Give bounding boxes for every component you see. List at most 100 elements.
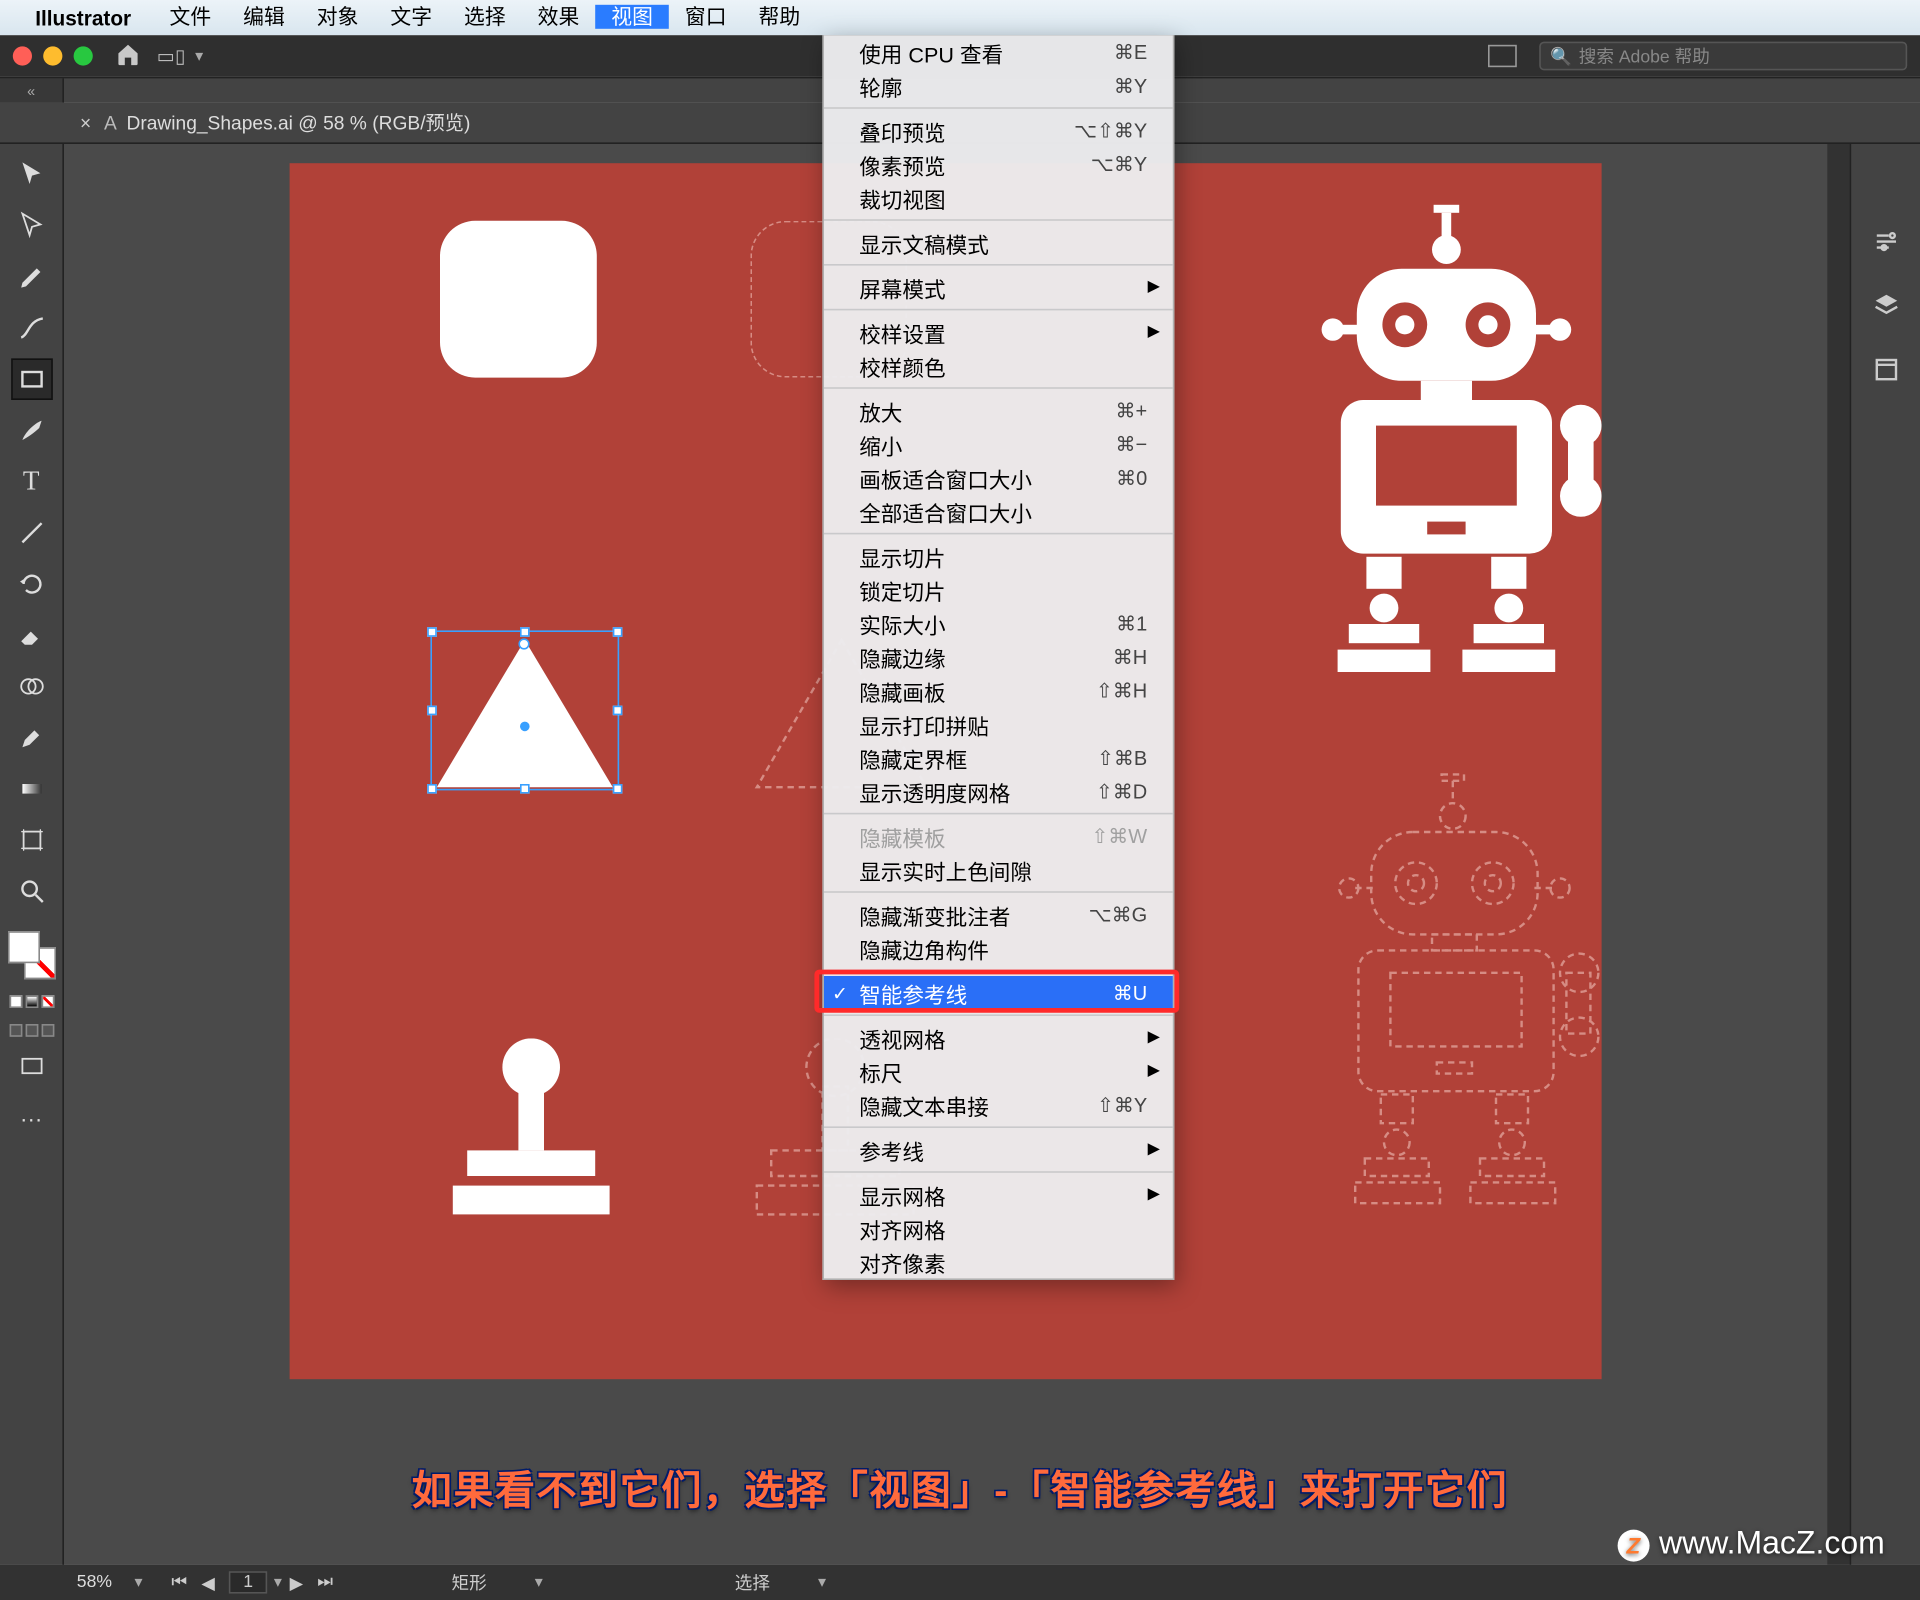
resize-handle[interactable] [427, 627, 437, 637]
menu-item-屏幕模式[interactable]: 屏幕模式▶ [824, 270, 1173, 304]
resize-handle[interactable] [520, 784, 530, 794]
joystick-solid-shape[interactable] [443, 1038, 619, 1238]
menu-帮助[interactable]: 帮助 [743, 5, 817, 29]
prev-artboard-button[interactable]: ◀ [195, 1570, 221, 1596]
menu-item-锁定切片[interactable]: 锁定切片 [824, 573, 1173, 607]
pen-tool[interactable] [10, 256, 52, 298]
menu-item-对齐网格[interactable]: 对齐网格 [824, 1211, 1173, 1245]
resize-handle[interactable] [613, 627, 623, 637]
menu-文字[interactable]: 文字 [374, 5, 448, 29]
menu-item-隐藏边缘[interactable]: 隐藏边缘⌘H [824, 640, 1173, 674]
fill-stroke-swatches[interactable] [7, 931, 55, 979]
minimize-window-button[interactable] [43, 46, 62, 65]
vertical-scrollbar[interactable] [1827, 144, 1849, 1565]
menu-item-隐藏边角构件[interactable]: 隐藏边角构件 [824, 931, 1173, 965]
menu-item-显示网格[interactable]: 显示网格▶ [824, 1178, 1173, 1212]
menu-item-放大[interactable]: 放大⌘+ [824, 394, 1173, 428]
menu-文件[interactable]: 文件 [154, 5, 228, 29]
artboard-field[interactable]: 1 [229, 1571, 268, 1593]
rotate-tool[interactable] [10, 563, 52, 605]
menu-视图[interactable]: 视图 [595, 5, 669, 29]
chip-none[interactable] [41, 995, 54, 1008]
document-tab[interactable]: × A Drawing_Shapes.ai @ 58 % (RGB/预览) [64, 102, 486, 144]
menu-item-隐藏渐变批注者[interactable]: 隐藏渐变批注者⌥⌘G [824, 898, 1173, 932]
zoom-dropdown-icon[interactable]: ▾ [134, 1574, 142, 1592]
menu-item-显示切片[interactable]: 显示切片 [824, 539, 1173, 573]
menu-item-画板适合窗口大小[interactable]: 画板适合窗口大小⌘0 [824, 461, 1173, 495]
corner-widget[interactable] [518, 638, 529, 649]
robot-solid-shape[interactable] [1226, 202, 1602, 714]
rectangle-tool[interactable] [10, 358, 52, 400]
menu-item-缩小[interactable]: 缩小⌘− [824, 427, 1173, 461]
layers-panel-icon[interactable] [1868, 288, 1903, 323]
edit-toolbar-button[interactable]: ··· [10, 1098, 52, 1140]
resize-handle[interactable] [613, 784, 623, 794]
chip-solid[interactable] [9, 995, 22, 1008]
help-search-field[interactable]: 🔍 搜索 Adobe 帮助 [1539, 42, 1907, 71]
next-artboard-button[interactable]: ▶ [284, 1570, 310, 1596]
workspace-layout-icon[interactable]: ▭▯ [157, 45, 186, 67]
menu-item-标尺[interactable]: 标尺▶ [824, 1054, 1173, 1088]
line-tool[interactable] [10, 512, 52, 554]
document-setup-icon[interactable] [1488, 45, 1517, 67]
eraser-tool[interactable] [10, 614, 52, 656]
status-dropdown-icon-2[interactable]: ▾ [818, 1574, 826, 1592]
menu-item-校样设置[interactable]: 校样设置▶ [824, 315, 1173, 349]
close-window-button[interactable] [13, 46, 32, 65]
type-tool[interactable]: T [10, 461, 52, 503]
menu-item-显示透明度网格[interactable]: 显示透明度网格⇧⌘D [824, 774, 1173, 808]
artboard-tool[interactable] [10, 819, 52, 861]
menu-item-显示文稿模式[interactable]: 显示文稿模式 [824, 226, 1173, 260]
selection-bounding-box[interactable] [430, 630, 619, 790]
eyedropper-tool[interactable] [10, 717, 52, 759]
menu-item-隐藏定界框[interactable]: 隐藏定界框⇧⌘B [824, 741, 1173, 775]
menu-item-裁切视图[interactable]: 裁切视图 [824, 181, 1173, 215]
white-rounded-rect[interactable] [440, 221, 597, 378]
center-point[interactable] [520, 721, 530, 731]
menu-编辑[interactable]: 编辑 [227, 5, 301, 29]
paintbrush-tool[interactable] [10, 410, 52, 452]
chip-gradient[interactable] [25, 995, 38, 1008]
direct-selection-tool[interactable] [10, 205, 52, 247]
resize-handle[interactable] [427, 706, 437, 716]
menu-item-实际大小[interactable]: 实际大小⌘1 [824, 606, 1173, 640]
resize-handle[interactable] [520, 627, 530, 637]
screen-mode-tool[interactable] [10, 1046, 52, 1088]
zoom-tool[interactable] [10, 870, 52, 912]
menu-item-全部适合窗口大小[interactable]: 全部适合窗口大小 [824, 494, 1173, 528]
selection-tool[interactable] [10, 154, 52, 196]
menu-item-使用 CPU 查看[interactable]: 使用 CPU 查看⌘E [824, 35, 1173, 69]
menu-item-显示实时上色间隙[interactable]: 显示实时上色间隙 [824, 853, 1173, 887]
status-dropdown-icon[interactable]: ▾ [535, 1574, 543, 1592]
resize-handle[interactable] [427, 784, 437, 794]
menu-item-显示打印拼贴[interactable]: 显示打印拼贴 [824, 707, 1173, 741]
menu-item-透视网格[interactable]: 透视网格▶ [824, 1021, 1173, 1055]
resize-handle[interactable] [613, 706, 623, 716]
last-artboard-button[interactable]: ⏭ [312, 1570, 338, 1596]
zoom-field[interactable]: 58% [64, 1573, 125, 1592]
menu-item-隐藏文本串接[interactable]: 隐藏文本串接⇧⌘Y [824, 1088, 1173, 1122]
first-artboard-button[interactable]: ⏮ [167, 1570, 193, 1596]
fill-swatch[interactable] [7, 931, 39, 963]
shape-builder-tool[interactable] [10, 666, 52, 708]
menu-效果[interactable]: 效果 [522, 5, 596, 29]
menu-item-隐藏画板[interactable]: 隐藏画板⇧⌘H [824, 674, 1173, 708]
libraries-panel-icon[interactable] [1868, 352, 1903, 387]
menu-对象[interactable]: 对象 [301, 5, 375, 29]
app-name[interactable]: Illustrator [35, 6, 131, 30]
zoom-window-button[interactable] [74, 46, 93, 65]
curvature-tool[interactable] [10, 307, 52, 349]
menu-item-智能参考线[interactable]: ✓智能参考线⌘U [824, 976, 1173, 1010]
menu-选择[interactable]: 选择 [448, 5, 522, 29]
gradient-tool[interactable] [10, 768, 52, 810]
close-tab-icon[interactable]: × [80, 111, 91, 133]
robot-dashed-shape[interactable] [1250, 771, 1602, 1251]
menu-item-叠印预览[interactable]: 叠印预览⌥⇧⌘Y [824, 114, 1173, 148]
menu-item-轮廓[interactable]: 轮廓⌘Y [824, 69, 1173, 103]
home-icon[interactable] [115, 41, 141, 71]
chevron-down-icon[interactable]: ▾ [195, 47, 203, 65]
menu-item-像素预览[interactable]: 像素预览⌥⌘Y [824, 147, 1173, 181]
menu-窗口[interactable]: 窗口 [669, 5, 743, 29]
menu-item-校样颜色[interactable]: 校样颜色 [824, 349, 1173, 383]
menu-item-参考线[interactable]: 参考线▶ [824, 1133, 1173, 1167]
